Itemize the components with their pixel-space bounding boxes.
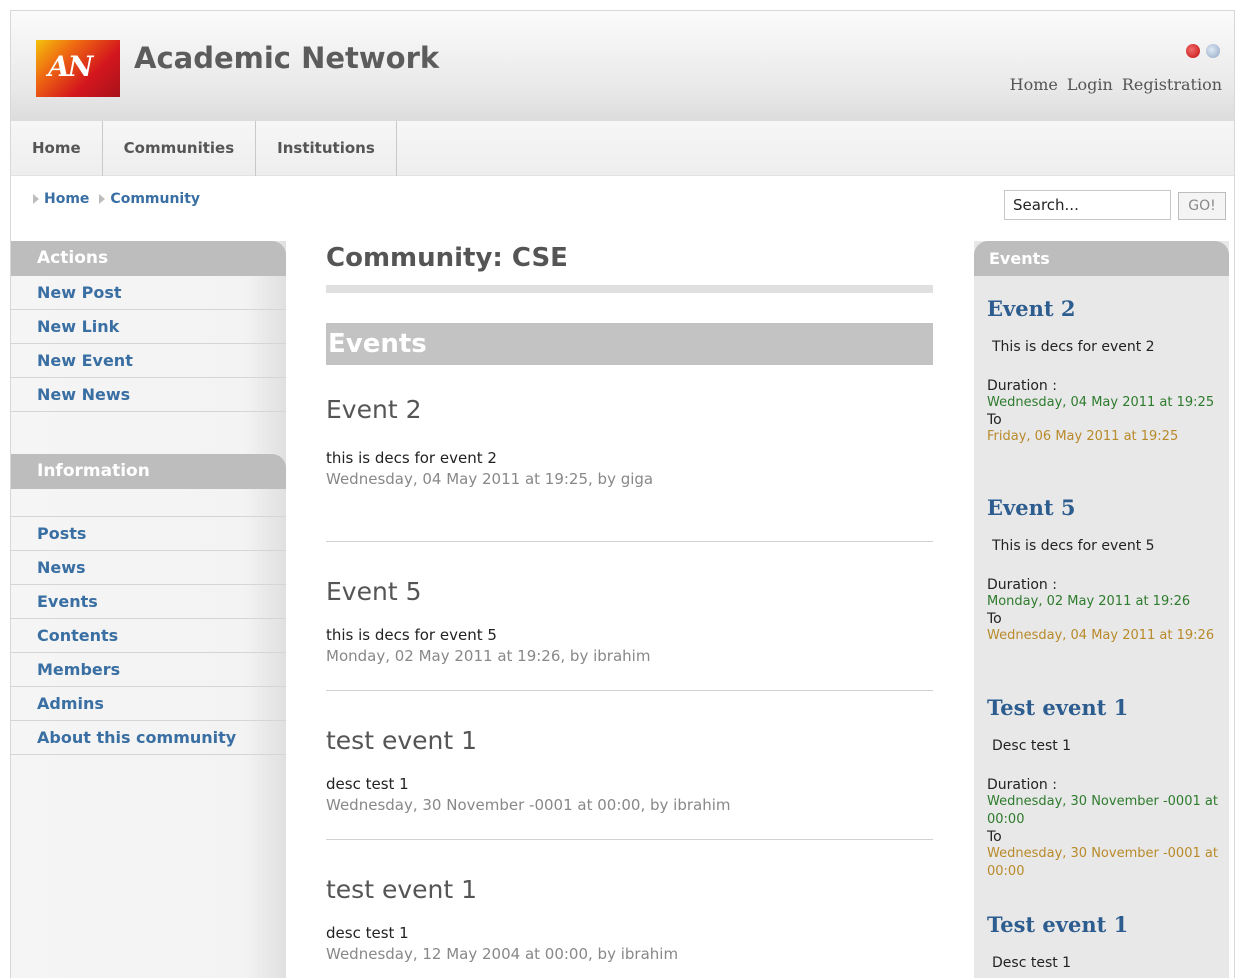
side-event: Event 2 This is decs for event 2 Duratio… <box>987 296 1222 446</box>
top-link-registration[interactable]: Registration <box>1122 75 1222 94</box>
blue-globe-icon[interactable] <box>1206 44 1220 58</box>
info-posts[interactable]: Posts <box>11 517 286 551</box>
action-new-link[interactable]: New Link <box>11 310 286 344</box>
side-event-start: Monday, 02 May 2011 at 19:26 <box>987 594 1191 609</box>
action-new-news[interactable]: New News <box>11 378 286 412</box>
side-event-start: Wednesday, 30 November -0001 at 00:00 <box>987 794 1218 827</box>
nav-tab-institutions[interactable]: Institutions <box>256 121 397 176</box>
event-meta: Wednesday, 12 May 2004 at 00:00, by ibra… <box>326 945 679 963</box>
duration-label: Duration : <box>987 777 1057 793</box>
breadcrumb-community[interactable]: Community <box>110 191 200 207</box>
main-nav: Home Communities Institutions <box>11 121 1234 176</box>
search-go-button[interactable]: GO! <box>1178 192 1226 220</box>
action-new-post[interactable]: New Post <box>11 276 286 310</box>
top-links: Home Login Registration <box>1010 75 1222 94</box>
info-events[interactable]: Events <box>11 585 286 619</box>
side-event: Test event 1 Desc test 1 Duration : Wedn… <box>987 695 1222 881</box>
page-title: Community: CSE <box>326 243 568 273</box>
event-meta: Monday, 02 May 2011 at 19:26, by ibrahim <box>326 647 651 665</box>
actions-heading: Actions <box>11 241 286 276</box>
event-description: this is decs for event 2 <box>326 449 497 467</box>
site-header: AN Academic Network Home Login Registrat… <box>11 11 1234 121</box>
side-event-end: Wednesday, 30 November -0001 at 00:00 <box>987 846 1218 879</box>
events-section-heading: Events <box>326 323 933 365</box>
nav-tab-communities[interactable]: Communities <box>103 121 257 176</box>
side-event-end: Friday, 06 May 2011 at 19:25 <box>987 429 1179 444</box>
to-label: To <box>987 412 1002 428</box>
side-event-title[interactable]: Test event 1 <box>987 695 1222 720</box>
site-logo[interactable]: AN <box>36 40 120 97</box>
event-title[interactable]: test event 1 <box>326 875 477 904</box>
breadcrumb-arrow-icon <box>33 194 39 204</box>
info-news[interactable]: News <box>11 551 286 585</box>
duration-label: Duration : <box>987 577 1057 593</box>
breadcrumb-home[interactable]: Home <box>44 191 89 207</box>
page: AN Academic Network Home Login Registrat… <box>10 10 1235 978</box>
side-event-title[interactable]: Event 2 <box>987 296 1222 321</box>
event-description: desc test 1 <box>326 775 409 793</box>
nav-tab-home[interactable]: Home <box>11 121 103 176</box>
side-event-description: This is decs for event 2 <box>992 339 1155 355</box>
event-meta: Wednesday, 04 May 2011 at 19:25, by giga <box>326 470 654 488</box>
event-title[interactable]: Event 5 <box>326 577 421 606</box>
side-event-start: Wednesday, 04 May 2011 at 19:25 <box>987 395 1215 410</box>
red-status-icon[interactable] <box>1186 44 1200 58</box>
side-event: Test event 1 Desc test 1 <box>987 912 1222 971</box>
right-sidebar: Events Event 2 This is decs for event 2 … <box>974 241 1229 978</box>
top-icons <box>1186 44 1220 58</box>
event-list-item: Event 5 this is decs for event 5 Monday,… <box>326 542 933 691</box>
event-meta: Wednesday, 30 November -0001 at 00:00, b… <box>326 796 731 814</box>
top-link-login[interactable]: Login <box>1067 75 1113 94</box>
breadcrumb: Home Community <box>29 191 206 207</box>
to-label: To <box>987 829 1002 845</box>
side-event-title[interactable]: Event 5 <box>987 495 1222 520</box>
info-about-community[interactable]: About this community <box>11 721 286 755</box>
sidebar-spacer <box>11 489 286 517</box>
event-title[interactable]: Event 2 <box>326 395 421 424</box>
top-link-home[interactable]: Home <box>1010 75 1058 94</box>
event-description: this is decs for event 5 <box>326 626 497 644</box>
side-event-description: This is decs for event 5 <box>992 538 1155 554</box>
side-event-title[interactable]: Test event 1 <box>987 912 1222 937</box>
info-contents[interactable]: Contents <box>11 619 286 653</box>
main-content: Community: CSE Events Event 2 this is de… <box>326 243 933 978</box>
side-event-end: Wednesday, 04 May 2011 at 19:26 <box>987 628 1215 643</box>
event-title[interactable]: test event 1 <box>326 726 477 755</box>
action-new-event[interactable]: New Event <box>11 344 286 378</box>
event-description: desc test 1 <box>326 924 409 942</box>
to-label: To <box>987 611 1002 627</box>
left-sidebar: Actions New Post New Link New Event New … <box>11 241 286 978</box>
side-event-description: Desc test 1 <box>992 955 1072 971</box>
events-panel-heading: Events <box>974 241 1229 276</box>
information-list: Posts News Events Contents Members Admin… <box>11 517 286 755</box>
logo-text: AN <box>48 50 93 83</box>
side-event-description: Desc test 1 <box>992 738 1072 754</box>
actions-list: New Post New Link New Event New News <box>11 276 286 412</box>
search-input[interactable] <box>1004 190 1171 220</box>
site-title: Academic Network <box>134 41 440 75</box>
side-event: Event 5 This is decs for event 5 Duratio… <box>987 495 1222 645</box>
event-list-item: Event 2 this is decs for event 2 Wednesd… <box>326 393 933 542</box>
title-divider <box>326 285 933 293</box>
event-list-item: test event 1 desc test 1 Wednesday, 30 N… <box>326 691 933 840</box>
duration-label: Duration : <box>987 378 1057 394</box>
info-admins[interactable]: Admins <box>11 687 286 721</box>
event-list-item: test event 1 desc test 1 Wednesday, 12 M… <box>326 840 933 978</box>
info-members[interactable]: Members <box>11 653 286 687</box>
breadcrumb-arrow-icon <box>99 194 106 204</box>
information-heading: Information <box>11 454 286 489</box>
